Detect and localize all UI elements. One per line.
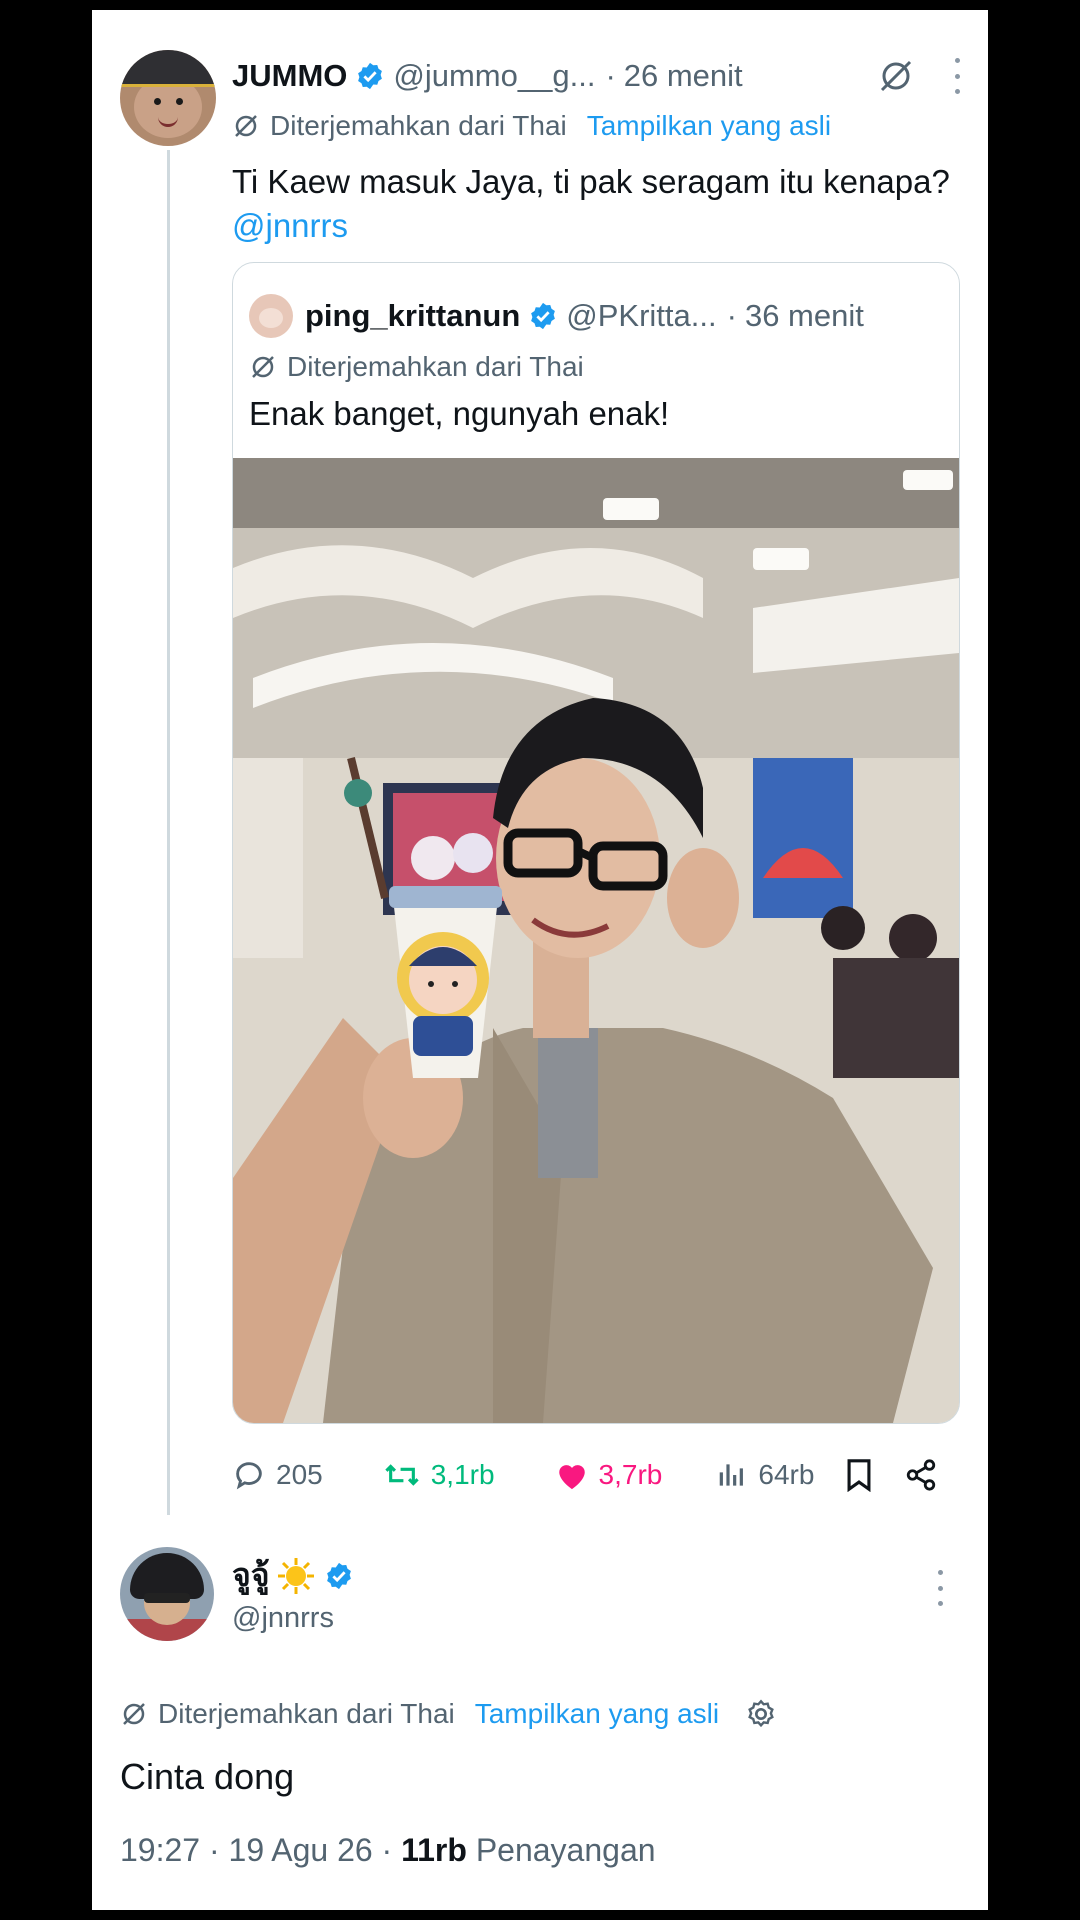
thread-line <box>167 150 170 1515</box>
quote-header: ping_krittanun @PKritta... · 36 menit <box>249 293 949 339</box>
views-button[interactable]: 64rb <box>716 1459 814 1491</box>
quote-text: Enak banget, ngunyah enak! <box>249 395 670 432</box>
retweet-count: 3,1rb <box>430 1459 495 1490</box>
show-original-link[interactable]: Tampilkan yang asli <box>587 110 831 142</box>
share-button[interactable] <box>904 1458 948 1492</box>
reply-author-row: จูจู้ <box>232 1550 362 1601</box>
jummo-avatar[interactable] <box>120 50 216 146</box>
reply-author-name[interactable]: จูจู้ <box>232 1550 270 1601</box>
more-icon[interactable] <box>952 58 962 94</box>
like-button[interactable]: 3,7rb <box>555 1459 663 1491</box>
translate-icon <box>235 115 257 137</box>
separator-dot: · <box>208 1832 220 1868</box>
tweet-actions: 205 3,1rb 3,7rb 64rb <box>232 1450 958 1500</box>
grok-icon[interactable] <box>876 56 916 96</box>
verified-badge-icon <box>326 1562 351 1589</box>
reply-author-avatar[interactable] <box>120 1547 214 1641</box>
author-handle[interactable]: @jummo__g... <box>393 58 595 94</box>
show-original-link[interactable]: Tampilkan yang asli <box>475 1698 719 1730</box>
translate-icon <box>123 1703 145 1725</box>
reply-author-handle[interactable]: @jnnrrs <box>232 1602 334 1635</box>
author-name[interactable]: JUMMO <box>232 58 347 94</box>
quote-author-handle[interactable]: @PKritta... <box>566 298 716 334</box>
separator-dot: · <box>381 1832 393 1868</box>
translate-icon <box>252 356 274 378</box>
tweet-body: Ti Kaew masuk Jaya, ti pak seragam itu k… <box>232 163 950 200</box>
quoted-tweet-card[interactable]: ping_krittanun @PKritta... · 36 menit Di… <box>232 262 960 1424</box>
translated-label: Diterjemahkan dari Thai <box>287 351 584 382</box>
reply-date[interactable]: 19 Agu 26 <box>229 1832 373 1868</box>
bookmark-button[interactable] <box>844 1458 884 1492</box>
translated-label: Diterjemahkan dari Thai <box>158 1698 455 1729</box>
heart-icon <box>558 1465 585 1490</box>
reply-meta: 19:27 · 19 Agu 26 · 11rb Penayangan <box>120 1832 656 1869</box>
share-icon <box>907 1459 936 1491</box>
more-icon[interactable] <box>935 1570 945 1606</box>
sun-emoji-icon <box>277 1557 314 1594</box>
tweet-header: JUMMO @jummo__g... · 26 menit <box>232 50 962 102</box>
tweet-time[interactable]: 26 menit <box>624 58 743 94</box>
reply-translation-row: Diterjemahkan dari Thai Tampilkan yang a… <box>120 1692 787 1736</box>
photo-illustration <box>233 458 959 1423</box>
reply-views-count: 11rb <box>401 1832 467 1868</box>
settings-icon[interactable] <box>745 1698 777 1730</box>
quote-author-name[interactable]: ping_krittanun <box>305 298 520 334</box>
quote-time[interactable]: 36 menit <box>745 298 864 334</box>
tweet-photo[interactable] <box>233 458 959 1423</box>
separator-dot: · <box>605 58 616 93</box>
separator-dot: · <box>726 298 737 333</box>
verified-badge-icon <box>358 62 383 90</box>
tweet-text: Ti Kaew masuk Jaya, ti pak seragam itu k… <box>232 160 952 248</box>
quote-author-avatar[interactable] <box>249 294 293 338</box>
translation-row: Diterjemahkan dari Thai Tampilkan yang a… <box>232 106 831 146</box>
like-count: 3,7rb <box>598 1459 663 1490</box>
reply-count: 205 <box>276 1459 323 1490</box>
views-icon <box>720 1464 744 1486</box>
reply-button[interactable]: 205 <box>232 1458 323 1492</box>
tweet-panel: JUMMO @jummo__g... · 26 menit Diterjemah… <box>92 10 988 1910</box>
reply-views-label: Penayangan <box>475 1832 656 1868</box>
bookmark-icon <box>847 1459 871 1492</box>
reply-icon <box>236 1462 262 1490</box>
translated-label: Diterjemahkan dari Thai <box>270 110 567 141</box>
reply-time[interactable]: 19:27 <box>120 1832 200 1868</box>
retweet-button[interactable]: 3,1rb <box>383 1458 495 1492</box>
views-count: 64rb <box>758 1459 815 1490</box>
reply-text: Cinta dong <box>120 1756 295 1797</box>
mention-link[interactable]: @jnnrrs <box>232 207 348 244</box>
retweet-icon <box>385 1464 419 1486</box>
verified-badge-icon <box>531 302 556 330</box>
quote-translation-row: Diterjemahkan dari Thai <box>249 347 584 387</box>
